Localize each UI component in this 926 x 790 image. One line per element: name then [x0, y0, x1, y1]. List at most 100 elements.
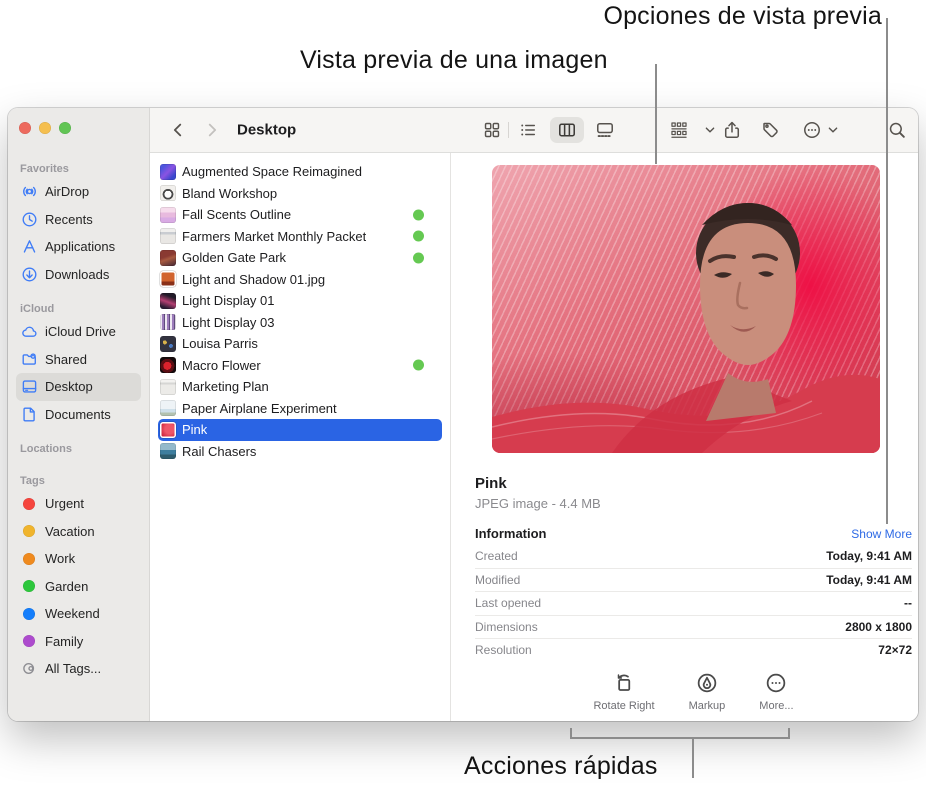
- tag-color-dot: [23, 525, 35, 538]
- info-value: 2800 x 1800: [845, 619, 912, 634]
- file-thumbnail-icon: [160, 400, 176, 417]
- sidebar-sections: Favorites AirDrop Recents Applications Downl…: [8, 160, 149, 683]
- file-row-fall-scents-outline[interactable]: Fall Scents Outline: [158, 204, 442, 226]
- file-row-light-display-03[interactable]: Light Display 03: [158, 312, 442, 334]
- info-row-dimensions: Dimensions 2800 x 1800: [475, 616, 912, 639]
- file-row-paper-airplane-experiment[interactable]: Paper Airplane Experiment: [158, 398, 442, 420]
- sidebar-item-label: AirDrop: [45, 184, 90, 200]
- file-row-louisa-parris[interactable]: Louisa Parris: [158, 333, 442, 355]
- info-row-last-opened: Last opened --: [475, 592, 912, 616]
- forward-button[interactable]: [203, 121, 221, 139]
- rotate-right-button[interactable]: Rotate Right: [593, 671, 655, 712]
- file-row-light-display-01[interactable]: Light Display 01: [158, 290, 442, 312]
- file-thumbnail-icon: [160, 185, 176, 202]
- group-icon[interactable]: [670, 121, 689, 140]
- file-thumbnail-icon: [160, 271, 176, 288]
- info-label: Dimensions: [475, 619, 538, 634]
- sidebar-item-vacation[interactable]: Vacation: [16, 518, 141, 546]
- sidebar-item-label: Vacation: [45, 523, 95, 539]
- list-view-icon[interactable]: [519, 121, 537, 139]
- window-controls: [8, 108, 149, 148]
- markup-button[interactable]: Markup: [688, 671, 726, 712]
- file-thumbnail-icon: [160, 314, 176, 331]
- sidebar-item-family[interactable]: Family: [16, 628, 141, 656]
- file-name: Marketing Plan: [182, 379, 269, 395]
- file-row-rail-chasers[interactable]: Rail Chasers: [158, 441, 442, 463]
- file-row-macro-flower[interactable]: Macro Flower: [158, 355, 442, 377]
- callout-line-preview-options: [886, 18, 888, 524]
- quick-action-label: Markup: [688, 699, 726, 712]
- file-row-bland-workshop[interactable]: Bland Workshop: [158, 183, 442, 205]
- zoom-button[interactable]: [59, 122, 71, 134]
- more-button[interactable]: More...: [759, 671, 794, 712]
- file-row-augmented-space-reimagined[interactable]: Augmented Space Reimagined: [158, 161, 442, 183]
- sidebar-item-work[interactable]: Work: [16, 545, 141, 573]
- sidebar-item-label: Documents: [45, 406, 111, 422]
- sidebar-item-shared[interactable]: Shared: [16, 346, 141, 374]
- info-value: Today, 9:41 AM: [826, 572, 912, 587]
- sidebar: Favorites AirDrop Recents Applications Downl…: [8, 108, 150, 721]
- file-thumbnail-icon: [160, 163, 176, 180]
- green-status-dot: [413, 359, 424, 371]
- sidebar-section-tags: Tags Urgent Vacation Work Garden Weekend Famil…: [8, 472, 149, 683]
- sidebar-item-weekend[interactable]: Weekend: [16, 600, 141, 628]
- tag-color-dot: [23, 497, 35, 510]
- file-name: Pink: [182, 422, 208, 438]
- file-row-marketing-plan[interactable]: Marketing Plan: [158, 376, 442, 398]
- more-actions-icon[interactable]: [803, 121, 822, 140]
- file-row-pink[interactable]: Pink: [158, 419, 442, 441]
- green-status-dot: [413, 230, 424, 242]
- icon-view-icon[interactable]: [483, 121, 501, 139]
- sidebar-item-desktop[interactable]: Desktop: [16, 373, 141, 401]
- file-row-light-and-shadow-01-jpg[interactable]: Light and Shadow 01.jpg: [158, 269, 442, 291]
- file-row-golden-gate-park[interactable]: Golden Gate Park: [158, 247, 442, 269]
- sidebar-section-header: iCloud: [20, 303, 55, 315]
- sidebar-item-label: Desktop: [45, 379, 93, 395]
- close-button[interactable]: [19, 122, 31, 134]
- sidebar-item-airdrop[interactable]: AirDrop: [16, 178, 141, 206]
- downloads-icon: [20, 265, 38, 283]
- sidebar-item-recents[interactable]: Recents: [16, 206, 141, 234]
- markup-icon: [696, 671, 718, 695]
- toolbar-divider: [508, 122, 509, 138]
- rotate-icon: [613, 671, 635, 695]
- minimize-button[interactable]: [39, 122, 51, 134]
- file-thumbnail-icon: [160, 228, 176, 245]
- share-icon[interactable]: [723, 121, 742, 140]
- tag-icon[interactable]: [761, 121, 780, 140]
- tag-color-dot: [23, 635, 35, 648]
- callout-image-preview: Vista previa de una imagen: [300, 46, 608, 74]
- sidebar-item-applications[interactable]: Applications: [16, 233, 141, 261]
- tag-color-dot: [23, 607, 35, 620]
- sidebar-item-urgent[interactable]: Urgent: [16, 490, 141, 518]
- back-button[interactable]: [169, 121, 187, 139]
- icloud-icon: [20, 323, 38, 341]
- chevron-down-icon[interactable]: [704, 124, 716, 136]
- sidebar-item-label: All Tags...: [45, 661, 102, 677]
- preview-file-title: Pink: [475, 475, 507, 492]
- sidebar-item-label: Family: [45, 633, 84, 649]
- tag-color-dot: [23, 580, 35, 593]
- quick-action-label: More...: [759, 699, 794, 712]
- column-view-icon[interactable]: [558, 121, 577, 140]
- search-icon[interactable]: [888, 121, 907, 140]
- sidebar-section-header: Locations: [20, 443, 72, 455]
- sidebar-item-downloads[interactable]: Downloads: [16, 261, 141, 289]
- show-more-link[interactable]: Show More: [851, 527, 912, 541]
- info-label: Last opened: [475, 596, 542, 611]
- sidebar-item-all-tags[interactable]: All Tags...: [16, 655, 141, 683]
- callout-quick-actions: Acciones rápidas: [464, 752, 658, 780]
- file-name: Macro Flower: [182, 357, 261, 373]
- file-row-farmers-market-monthly-packet[interactable]: Farmers Market Monthly Packet: [158, 226, 442, 248]
- all-tags-icon: [20, 660, 38, 678]
- file-name: Bland Workshop: [182, 185, 278, 201]
- file-thumbnail-icon: [160, 421, 176, 438]
- tag-color-dot: [23, 552, 35, 565]
- gallery-view-icon[interactable]: [596, 121, 615, 140]
- chevron-down-icon[interactable]: [827, 124, 839, 136]
- file-thumbnail-icon: [160, 378, 176, 395]
- sidebar-item-documents[interactable]: Documents: [16, 401, 141, 429]
- sidebar-item-icloud-drive[interactable]: iCloud Drive: [16, 318, 141, 346]
- file-thumbnail-icon: [160, 357, 176, 374]
- sidebar-item-garden[interactable]: Garden: [16, 573, 141, 601]
